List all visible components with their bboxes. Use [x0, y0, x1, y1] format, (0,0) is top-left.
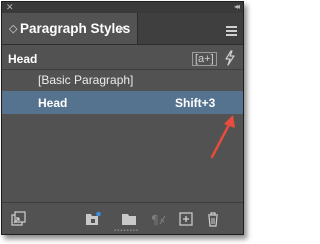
style-item-basic-paragraph[interactable]: [Basic Paragraph] — [2, 68, 243, 91]
create-style-from-override-button[interactable]: [a+] — [192, 52, 217, 66]
paragraph-styles-panel: ✕ ◂◂ ◇ Paragraph Styles × Head [a+] [Bas… — [1, 1, 244, 235]
clear-overrides-icon[interactable]: ¶ — [150, 211, 166, 227]
tab-close-icon[interactable]: × — [118, 21, 126, 36]
style-item-label: Head — [38, 96, 68, 110]
tab-bar: ◇ Paragraph Styles × — [2, 13, 243, 45]
current-style-label: Head — [8, 52, 38, 66]
style-item-shortcut: Shift+3 — [175, 96, 216, 110]
lightning-icon[interactable] — [224, 50, 236, 66]
close-icon[interactable]: ✕ — [6, 3, 14, 12]
style-item-label: [Basic Paragraph] — [38, 73, 134, 87]
resize-grip[interactable]: ▪▪▪▪▪▪▪▪ — [114, 228, 139, 234]
panel-title-bar: ✕ ◂◂ — [2, 2, 243, 13]
style-item-head[interactable]: Head Shift+3 — [2, 91, 243, 114]
panel-menu-icon[interactable] — [226, 26, 237, 36]
delete-icon[interactable] — [205, 211, 221, 227]
tab-title: Paragraph Styles — [20, 21, 131, 36]
new-style-icon[interactable] — [178, 211, 194, 227]
new-group-icon[interactable] — [85, 211, 101, 227]
tab-paragraph-styles[interactable]: ◇ Paragraph Styles × — [2, 13, 138, 44]
load-styles-icon[interactable] — [10, 211, 26, 227]
svg-text:¶: ¶ — [151, 213, 159, 227]
bottom-toolbar: ¶ ▪▪▪▪▪▪▪▪ — [2, 202, 243, 234]
collapse-icon[interactable]: ◂◂ — [234, 2, 240, 11]
folder-icon[interactable] — [121, 211, 137, 227]
expand-toggle-icon[interactable]: ◇ — [9, 22, 17, 35]
